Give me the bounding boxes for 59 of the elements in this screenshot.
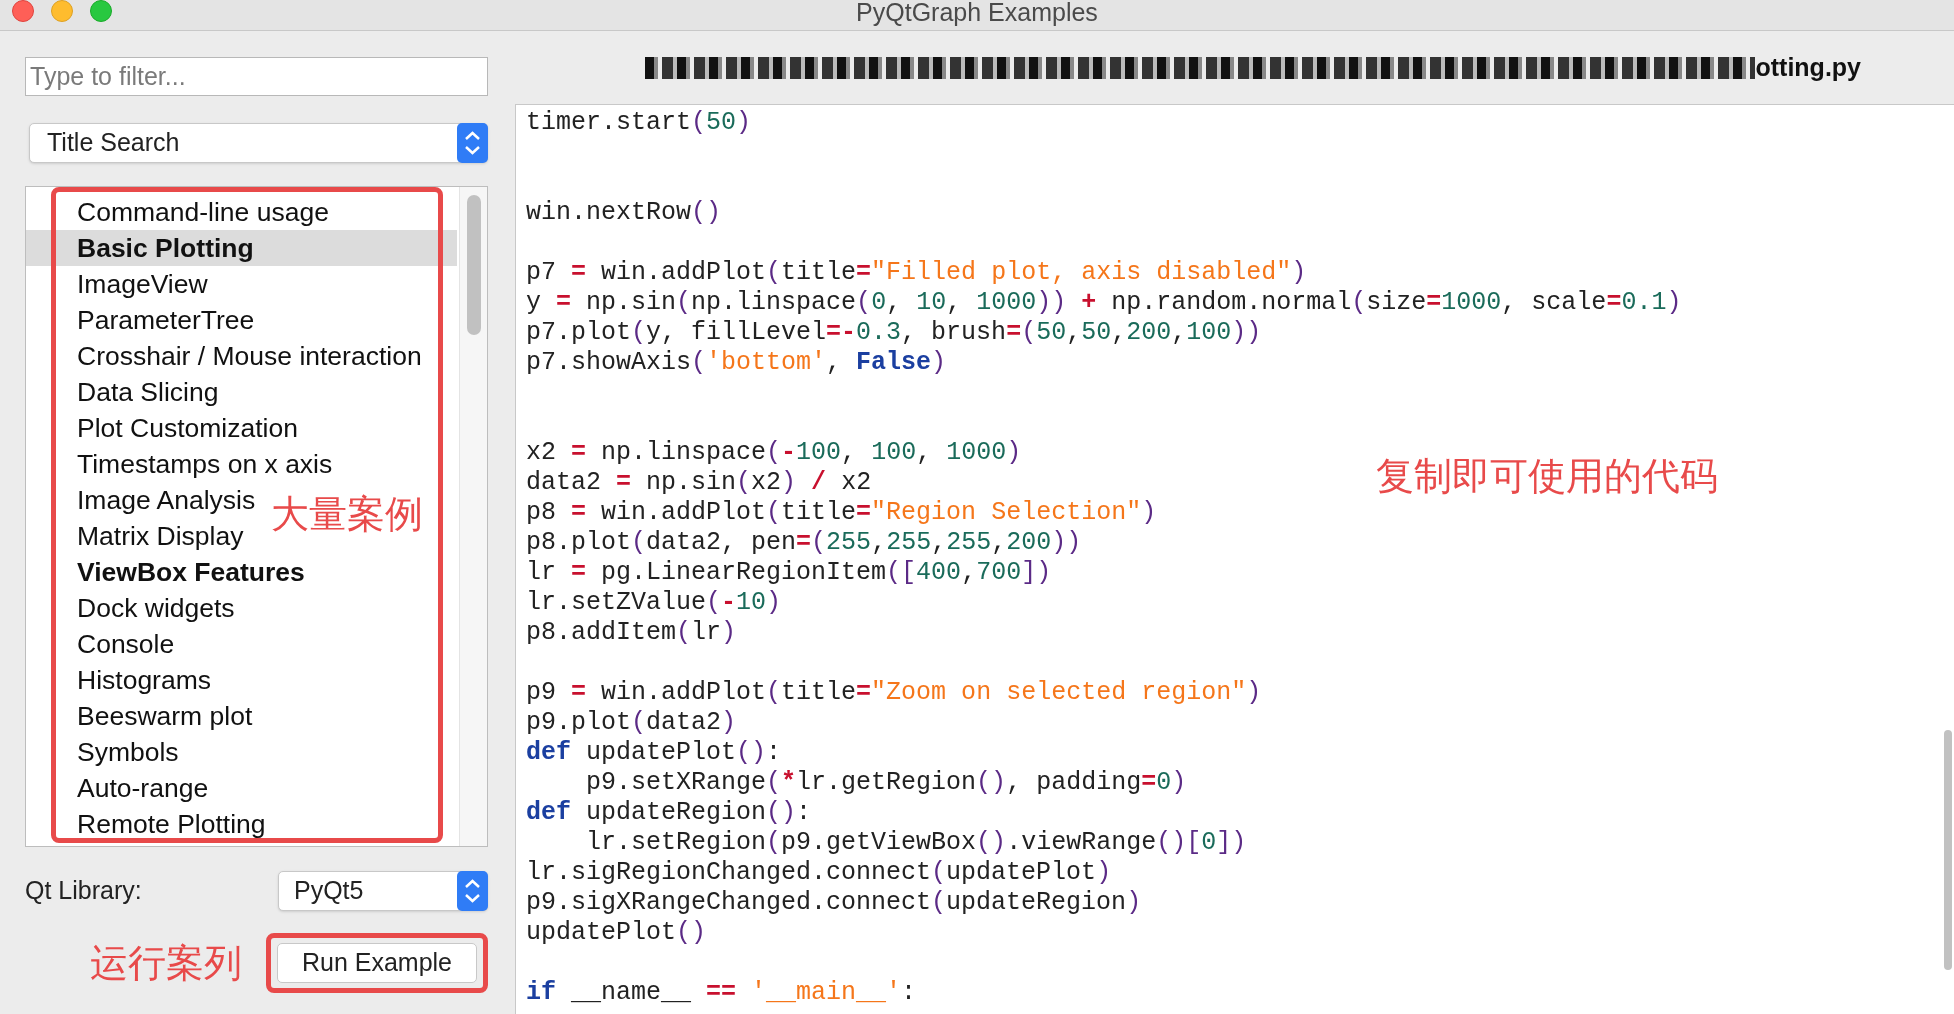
example-item[interactable]: ImageView — [77, 268, 208, 300]
example-item[interactable]: Data Slicing — [77, 376, 219, 408]
code-line: def updateRegion(): — [526, 798, 812, 828]
scrollbar-thumb[interactable] — [466, 195, 481, 335]
example-item[interactable]: Histograms — [77, 664, 211, 696]
minimize-window-icon[interactable] — [51, 0, 73, 22]
example-item[interactable]: Matrix Display — [77, 520, 244, 552]
example-item[interactable]: Command-line usage — [77, 196, 329, 228]
code-line: p8.addItem(lr) — [526, 618, 737, 648]
example-item[interactable]: Symbols — [77, 736, 179, 768]
search-mode-dropdown[interactable]: Title Search — [29, 123, 488, 163]
selected-row-highlight[interactable]: Basic Plotting — [26, 230, 457, 266]
stepper-arrows-icon — [457, 871, 488, 911]
code-line: lr.setRegion(p9.getViewBox().viewRange()[0]) — [585, 828, 1247, 858]
example-item[interactable]: Plot Customization — [77, 412, 298, 444]
code-line: data2 = np.sin(x2) / x2 — [526, 468, 872, 498]
code-line: y = np.sin(np.linspace(0, 10, 1000)) + np.random.normal(size=1000, scale=0.1) — [526, 288, 1682, 318]
annotation-text: 复制即可使用的代码 — [1376, 457, 1718, 495]
code-line: lr.setZValue(-10) — [526, 588, 782, 618]
zoom-window-icon[interactable] — [90, 0, 112, 22]
code-line: lr.sigRegionChanged.connect(updatePlot) — [526, 858, 1112, 888]
example-item[interactable]: Timestamps on x axis — [77, 448, 333, 480]
example-item[interactable]: ParameterTree — [77, 304, 255, 336]
code-line: p9 = win.addPlot(title="Zoom on selected region") — [526, 678, 1262, 708]
code-line: p8 = win.addPlot(title="Region Selection") — [526, 498, 1157, 528]
stepper-arrows-icon — [457, 123, 488, 163]
code-line: x2 = np.linspace(-100, 100, 1000) — [526, 438, 1022, 468]
code-line: updatePlot() — [526, 918, 707, 948]
code-line: p9.sigXRangeChanged.connect(updateRegion) — [526, 888, 1142, 918]
code-line: p7.showAxis('bottom', False) — [526, 348, 947, 378]
example-item[interactable]: Beeswarm plot — [77, 700, 253, 732]
annotation-text: 运行案列 — [90, 944, 242, 982]
code-line: win.nextRow() — [526, 198, 722, 228]
close-window-icon[interactable] — [12, 0, 34, 22]
example-item[interactable]: Remote Plotting — [77, 808, 266, 840]
code-line: p9.setXRange(*lr.getRegion(), padding=0) — [585, 768, 1187, 798]
example-item[interactable]: Auto-range — [77, 772, 209, 804]
code-line: p7.plot(y, fillLevel=-0.3, brush=(50,50,200,100)) — [526, 318, 1262, 348]
file-name: otting.py — [1755, 51, 1861, 83]
example-item[interactable]: Basic Plotting — [77, 232, 254, 264]
window-title: PyQtGraph Examples — [856, 0, 1098, 25]
example-item[interactable]: Console — [77, 628, 175, 660]
code-line: if __name__ == '__main__': — [526, 978, 917, 1008]
scrollbar-thumb[interactable] — [1944, 730, 1952, 970]
run-example-button[interactable]: Run Example — [277, 943, 477, 983]
code-line: def updatePlot(): — [526, 738, 782, 768]
example-item[interactable]: Image Analysis — [77, 484, 256, 516]
filter-field[interactable]: Type to filter... — [25, 57, 488, 96]
example-item[interactable]: Crosshair / Mouse interaction — [77, 340, 422, 372]
qt-library-label: Qt Library: — [25, 875, 142, 907]
example-item[interactable]: ViewBox Features — [77, 556, 305, 588]
example-item[interactable]: Dock widgets — [77, 592, 235, 624]
code-line: p9.plot(data2) — [526, 708, 737, 738]
code-line: p7 = win.addPlot(title="Filled plot, axis disabled") — [526, 258, 1307, 288]
code-line: lr = pg.LinearRegionItem([400,700]) — [526, 558, 1052, 588]
qt-library-dropdown[interactable]: PyQt5 — [278, 871, 488, 911]
code-editor[interactable] — [515, 104, 1954, 1014]
code-line: timer.start(50) — [526, 108, 752, 138]
code-line: p8.plot(data2, pen=(255,255,255,200)) — [526, 528, 1082, 558]
